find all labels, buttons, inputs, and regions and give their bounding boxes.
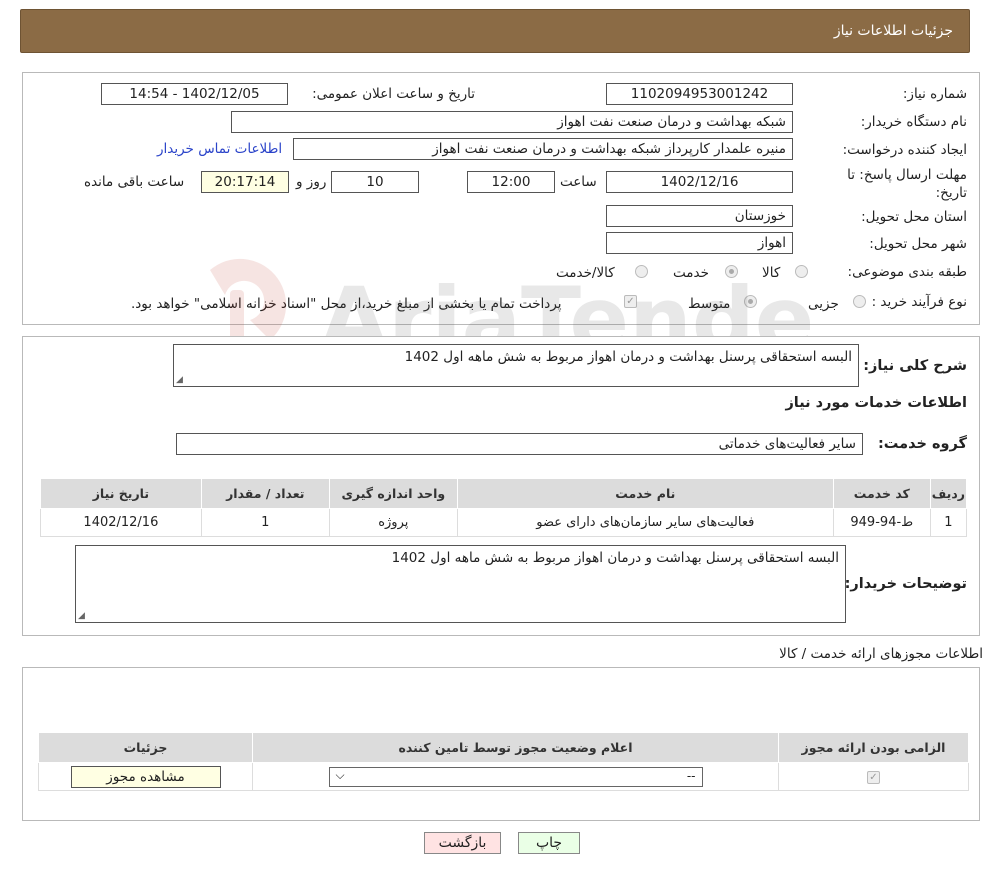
need-number-label: شماره نیاز: bbox=[902, 86, 967, 102]
category-radio-goods[interactable] bbox=[795, 265, 808, 278]
table-row: 1 ط-94-949 فعالیت‌های سایر سازمان‌های دا… bbox=[40, 508, 968, 537]
process-radio-minor[interactable] bbox=[853, 295, 866, 308]
col-quantity: تعداد / مقدار bbox=[200, 478, 330, 509]
announce-datetime-label: تاریخ و ساعت اعلان عمومی: bbox=[312, 86, 475, 102]
summary-label: شرح کلی نیاز: bbox=[863, 358, 967, 374]
service-group-field: سایر فعالیت‌های خدماتی bbox=[176, 433, 863, 455]
cell-need-date: 1402/12/16 bbox=[40, 508, 202, 537]
permits-table-header: الزامی بودن ارائه مجوز اعلام وضعیت مجوز … bbox=[38, 732, 969, 763]
col-need-date: تاریخ نیاز bbox=[40, 478, 202, 509]
buyer-contact-link[interactable]: اطلاعات تماس خریدار bbox=[157, 141, 282, 157]
deadline-date-field: 1402/12/16 bbox=[606, 171, 793, 193]
cell-permit-status: -- ⌵ bbox=[252, 762, 779, 791]
deadline-label: مهلت ارسال پاسخ: تا تاریخ: bbox=[847, 167, 967, 201]
cell-quantity: 1 bbox=[200, 508, 330, 537]
col-service-name: نام خدمت bbox=[456, 478, 834, 509]
announce-datetime-field: 1402/12/05 - 14:54 bbox=[101, 83, 288, 105]
requester-field: منیره علمدار کارپرداز شبکه بهداشت و درما… bbox=[293, 138, 793, 160]
city-field: اهواز bbox=[606, 232, 793, 254]
services-table: ردیف کد خدمت نام خدمت واحد اندازه گیری ت… bbox=[40, 478, 968, 537]
category-option-goods-service: کالا/خدمت bbox=[556, 265, 615, 281]
permit-status-value: -- bbox=[686, 768, 696, 783]
buyer-notes-label: توضیحات خریدار: bbox=[844, 576, 967, 592]
print-button[interactable]: چاپ bbox=[518, 832, 580, 854]
permit-required-checkbox: ✓ bbox=[867, 771, 880, 784]
category-radio-goods-service[interactable] bbox=[635, 265, 648, 278]
category-option-goods: کالا bbox=[762, 265, 781, 281]
province-label: استان محل تحویل: bbox=[861, 209, 967, 225]
process-label: نوع فرآیند خرید : bbox=[871, 294, 967, 310]
services-title: اطلاعات خدمات مورد نیاز bbox=[785, 395, 967, 411]
buyer-notes-text: البسه استحقاقی پرسنل بهداشت و درمان اهوا… bbox=[391, 550, 839, 566]
process-radio-medium[interactable] bbox=[744, 295, 757, 308]
remaining-label: ساعت باقی مانده bbox=[84, 174, 185, 190]
days-label: روز و bbox=[296, 174, 327, 190]
col-unit: واحد اندازه گیری bbox=[328, 478, 458, 509]
cell-service-code: ط-94-949 bbox=[832, 508, 931, 537]
permits-title: اطلاعات مجوزهای ارائه خدمت / کالا bbox=[779, 646, 983, 662]
cell-row: 1 bbox=[929, 508, 968, 537]
buyer-org-field: شبکه بهداشت و درمان صنعت نفت اهواز bbox=[231, 111, 793, 133]
cell-permit-required: ✓ bbox=[778, 762, 969, 791]
province-field: خوزستان bbox=[606, 205, 793, 227]
remaining-time-field: 20:17:14 bbox=[201, 171, 289, 193]
cell-service-name: فعالیت‌های سایر سازمان‌های دارای عضو bbox=[456, 508, 834, 537]
col-row: ردیف bbox=[929, 478, 968, 509]
service-group-label: گروه خدمت: bbox=[877, 436, 967, 452]
permits-table: الزامی بودن ارائه مجوز اعلام وضعیت مجوز … bbox=[38, 732, 969, 791]
days-field: 10 bbox=[331, 171, 419, 193]
buyer-notes-textarea[interactable]: البسه استحقاقی پرسنل بهداشت و درمان اهوا… bbox=[75, 545, 846, 623]
permit-status-select[interactable]: -- ⌵ bbox=[328, 766, 703, 787]
category-radio-service[interactable] bbox=[725, 265, 738, 278]
back-button[interactable]: بازگشت bbox=[424, 832, 501, 854]
services-table-header: ردیف کد خدمت نام خدمت واحد اندازه گیری ت… bbox=[40, 478, 968, 509]
resize-grip-icon[interactable]: ◢ bbox=[176, 375, 183, 385]
summary-textarea[interactable]: البسه استحقاقی پرسنل بهداشت و درمان اهوا… bbox=[173, 344, 859, 387]
cell-permit-details: مشاهده مجوز bbox=[38, 762, 253, 791]
buyer-org-label: نام دستگاه خریدار: bbox=[860, 114, 967, 130]
category-option-service: خدمت bbox=[673, 265, 709, 281]
need-number-field: 1102094953001242 bbox=[606, 83, 793, 105]
col-permit-status: اعلام وضعیت مجوز توسط تامین کننده bbox=[252, 732, 779, 763]
table-row: ✓ -- ⌵ مشاهده مجوز bbox=[38, 762, 969, 791]
chevron-down-icon: ⌵ bbox=[335, 767, 345, 782]
col-permit-required: الزامی بودن ارائه مجوز bbox=[778, 732, 969, 763]
city-label: شهر محل تحویل: bbox=[869, 236, 967, 252]
payment-note: پرداخت تمام یا بخشی از مبلغ خرید،از محل … bbox=[131, 296, 562, 312]
treasury-payment-checkbox[interactable]: ✓ bbox=[624, 295, 637, 308]
col-service-code: کد خدمت bbox=[832, 478, 931, 509]
deadline-time-field: 12:00 bbox=[467, 171, 555, 193]
requester-label: ایجاد کننده درخواست: bbox=[842, 142, 967, 158]
cell-unit: پروژه bbox=[328, 508, 458, 537]
col-permit-details: جزئیات bbox=[38, 732, 253, 763]
page-header: جزئیات اطلاعات نیاز bbox=[20, 9, 970, 53]
resize-grip-icon[interactable]: ◢ bbox=[78, 611, 85, 621]
category-label: طبقه بندی موضوعی: bbox=[847, 264, 967, 280]
page-title: جزئیات اطلاعات نیاز bbox=[833, 23, 953, 39]
deadline-time-label: ساعت bbox=[560, 174, 597, 190]
summary-text: البسه استحقاقی پرسنل بهداشت و درمان اهوا… bbox=[404, 349, 852, 365]
process-option-medium: متوسط bbox=[688, 296, 731, 312]
view-permit-button[interactable]: مشاهده مجوز bbox=[70, 765, 221, 788]
process-option-minor: جزیی bbox=[808, 296, 839, 312]
